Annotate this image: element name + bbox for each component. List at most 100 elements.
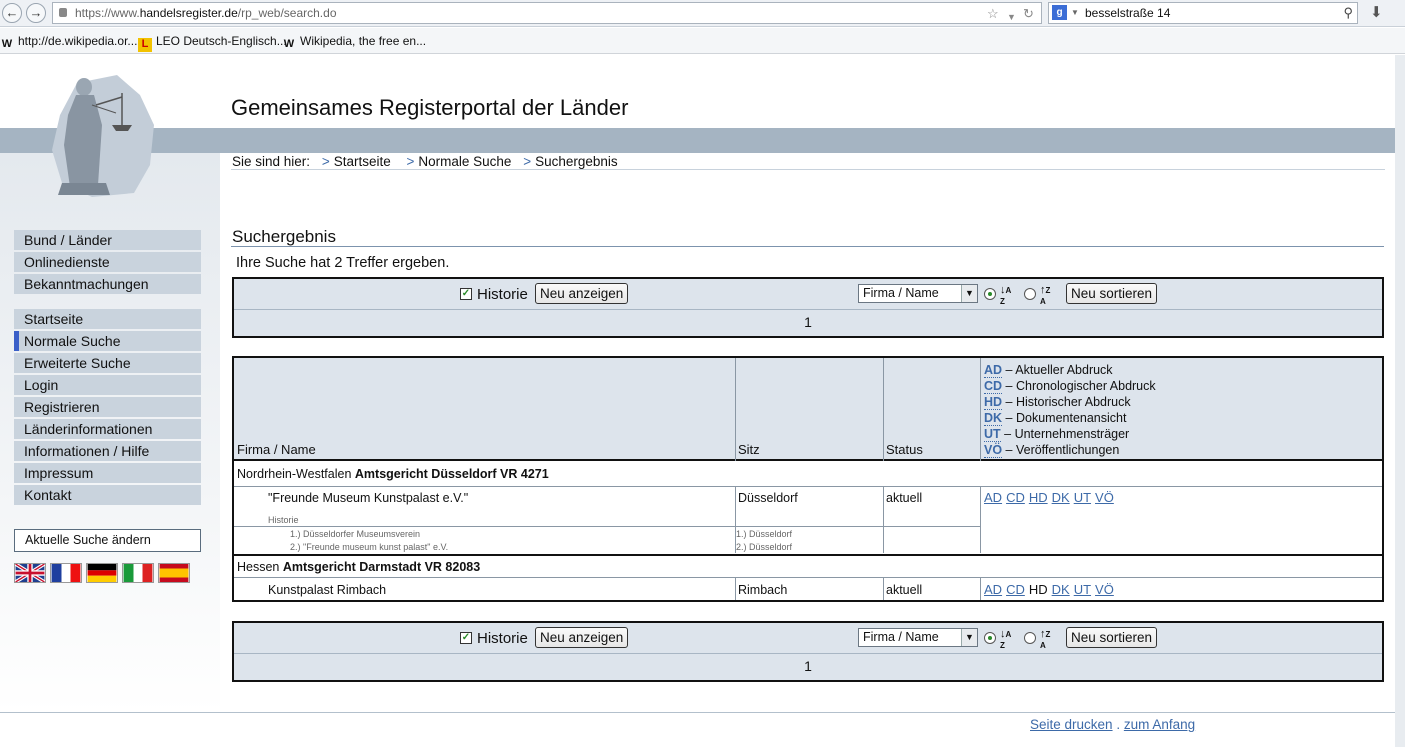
browser-search-box[interactable]: g ▼ besselstraße 14 ⚲ [1048,2,1358,24]
link-cd[interactable]: CD [1006,582,1025,597]
spain-flag-icon[interactable] [158,563,190,583]
italy-flag-icon[interactable] [122,563,154,583]
forward-icon[interactable]: → [26,3,46,23]
link-ad[interactable]: AD [984,582,1002,597]
legend-text: – Unternehmensträger [1004,427,1130,441]
link-vo[interactable]: VÖ [1095,582,1114,597]
sidebar-item-bund-laender[interactable]: Bund / Länder [14,230,201,250]
show-button[interactable]: Neu anzeigen [535,627,629,648]
breadcrumb-arrow-icon: > [321,154,330,169]
sort-field-value: Firma / Name [863,630,939,644]
sort-ascending-radio[interactable] [984,288,996,300]
sort-field-select[interactable]: Firma / Name ▼ [858,628,978,647]
sort-button[interactable]: Neu sortieren [1066,627,1158,648]
company-seat: Düsseldorf [738,491,798,505]
print-page-link[interactable]: Seite drucken [1030,717,1113,732]
leo-icon: L [138,38,152,52]
link-hd[interactable]: HD [1029,490,1048,505]
legend-code: CD [984,379,1003,394]
bookmark-wikipedia-de[interactable]: Whttp://de.wikipedia.or... [0,34,138,52]
sidebar-item-laenderinformationen[interactable]: Länderinformationen [14,419,201,439]
link-dk[interactable]: DK [1052,582,1070,597]
sidebar-item-bekanntmachungen[interactable]: Bekanntmachungen [14,274,201,294]
footer-links: Seite drucken . zum Anfang [1030,717,1195,732]
link-cd[interactable]: CD [1006,490,1025,505]
sort-descending-icon: ↑Z A [1040,628,1051,651]
link-hd-disabled: HD [1028,582,1048,597]
sidebar-item-informationen-hilfe[interactable]: Informationen / Hilfe [14,441,201,461]
sort-descending-radio[interactable] [1024,632,1036,644]
breadcrumb-normale-suche[interactable]: Normale Suche [418,154,511,169]
show-button[interactable]: Neu anzeigen [535,283,629,304]
back-icon[interactable]: ← [2,3,22,23]
google-icon[interactable]: g [1052,5,1067,20]
historie-checkbox[interactable]: ✓ [460,288,472,300]
company-status: aktuell [886,491,923,505]
historie-label: Historie [477,630,528,647]
france-flag-icon[interactable] [50,563,82,583]
header-band [0,128,1405,153]
download-icon[interactable]: ⬇ [1370,3,1383,21]
history-label: Historie [268,515,299,525]
uk-flag-icon[interactable] [14,563,46,583]
column-divider [980,578,981,600]
column-divider [980,358,981,461]
sort-descending-icon: ↑Z A [1040,284,1051,307]
justitia-logo [52,75,154,197]
reload-icon[interactable]: ↻ [1023,4,1034,24]
sidebar-item-onlinedienste[interactable]: Onlinedienste [14,252,201,272]
sort-ascending-icon: ↓A Z [1000,628,1012,651]
to-top-link[interactable]: zum Anfang [1124,717,1195,732]
page-number[interactable]: 1 [234,658,1382,674]
url-prefix: https://www. [75,6,140,20]
engine-dropdown-icon[interactable]: ▼ [1071,3,1079,23]
legend-text: – Aktueller Abdruck [1005,363,1113,377]
bookmark-label: http://de.wikipedia.or... [18,34,138,48]
sidebar-item-normale-suche[interactable]: Normale Suche [14,331,201,351]
sort-descending-radio[interactable] [1024,288,1036,300]
breadcrumb-suchergebnis: Suchergebnis [535,154,618,169]
column-divider [980,486,981,553]
sidebar-item-startseite[interactable]: Startseite [14,309,201,329]
bookmark-wikipedia-en[interactable]: W Wikipedia, the free en... [282,34,426,52]
column-divider [883,578,884,600]
company-name: "Freunde Museum Kunstpalast e.V." [268,491,469,505]
magnifier-icon[interactable]: ⚲ [1343,3,1353,23]
chevron-down-icon: ▼ [961,285,977,302]
url-bar[interactable]: https://www.handelsregister.de/rp_web/se… [52,2,1042,24]
sidebar-item-kontakt[interactable]: Kontakt [14,485,201,505]
link-vo[interactable]: VÖ [1095,490,1114,505]
legend-text: – Veröffentlichungen [1005,443,1120,457]
controls-row: ✓ Historie Neu anzeigen Firma / Name ▼ ↓A… [234,279,1382,310]
chevron-down-icon: ▼ [961,629,977,646]
sort-ascending-radio[interactable] [984,632,996,644]
legend-text: – Dokumentenansicht [1005,411,1127,425]
link-ut[interactable]: UT [1074,490,1091,505]
historie-checkbox[interactable]: ✓ [460,632,472,644]
sort-field-select[interactable]: Firma / Name ▼ [858,284,978,303]
legend-ad: AD – Aktueller Abdruck [984,362,1113,378]
link-dk[interactable]: DK [1052,490,1070,505]
page-scrollbar[interactable] [1395,55,1405,747]
row-divider [234,526,981,527]
legend-hd: HD – Historischer Abdruck [984,394,1131,410]
sidebar-item-impressum[interactable]: Impressum [14,463,201,483]
divider [231,246,1384,247]
site-title: Gemeinsames Registerportal der Länder [231,95,629,120]
sidebar-item-login[interactable]: Login [14,375,201,395]
breadcrumb-startseite[interactable]: Startseite [334,154,391,169]
sort-field-value: Firma / Name [863,286,939,300]
sort-button[interactable]: Neu sortieren [1066,283,1158,304]
sidebar-item-registrieren[interactable]: Registrieren [14,397,201,417]
germany-flag-icon[interactable] [86,563,118,583]
page-number[interactable]: 1 [234,314,1382,330]
link-ut[interactable]: UT [1074,582,1091,597]
lock-icon [59,8,67,17]
sidebar-item-erweiterte-suche[interactable]: Erweiterte Suche [14,353,201,373]
bookmark-leo[interactable]: L LEO Deutsch-Englisch... [138,34,287,52]
link-ad[interactable]: AD [984,490,1002,505]
dropdown-icon[interactable]: ▼ [1007,7,1016,27]
edit-search-button[interactable]: Aktuelle Suche ändern [14,529,201,552]
state-name: Hessen [237,560,280,574]
star-icon[interactable]: ☆ [987,4,999,24]
